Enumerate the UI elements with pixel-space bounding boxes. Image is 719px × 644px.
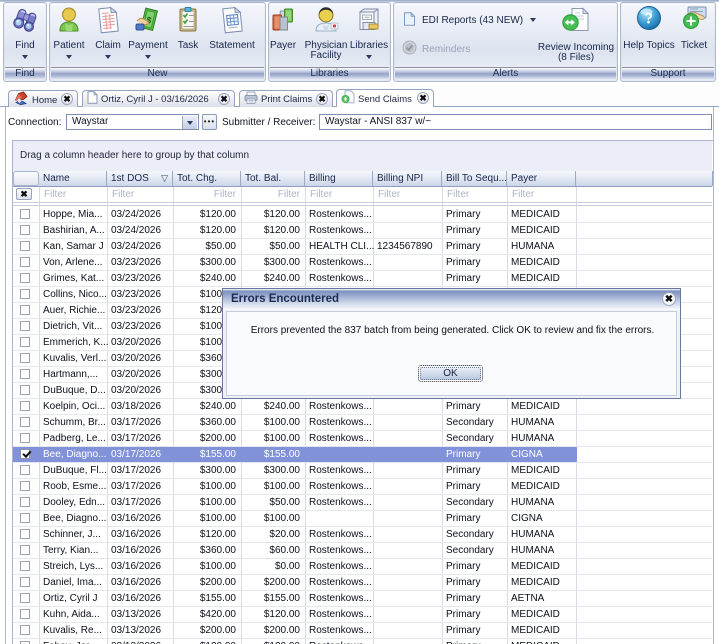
svg-text:?: ?	[645, 11, 653, 28]
